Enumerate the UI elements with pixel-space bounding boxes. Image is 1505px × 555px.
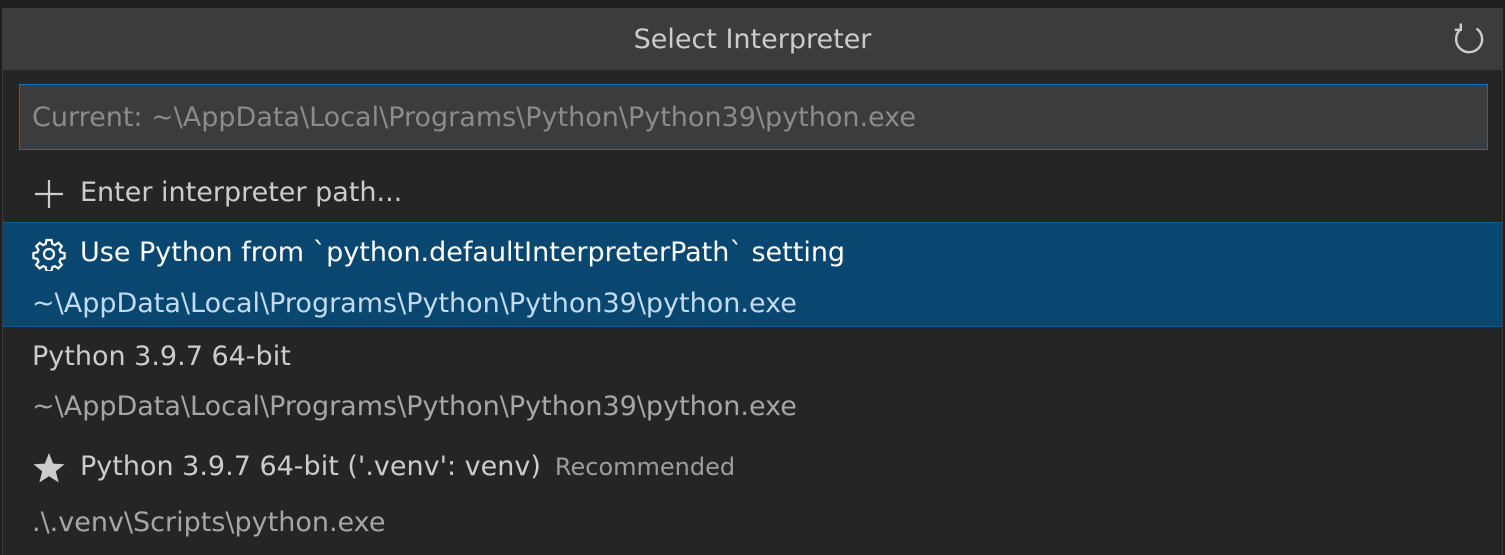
star-icon	[32, 451, 66, 485]
list-item-detail: .\.venv\Scripts\python.exe	[32, 507, 386, 538]
quick-pick-title: Select Interpreter	[633, 24, 872, 55]
refresh-button[interactable]	[1450, 20, 1488, 58]
list-item-label: Use Python from `python.defaultInterpret…	[80, 237, 846, 268]
list-item-label: Enter interpreter path...	[80, 177, 403, 208]
refresh-icon	[1454, 23, 1484, 54]
list-item-label: Python 3.9.7 64-bit	[32, 341, 291, 372]
gear-icon	[32, 237, 66, 271]
recommended-badge: Recommended	[554, 453, 736, 481]
list-item-python-397[interactable]: Python 3.9.7 64-bit ~\AppData\Local\Prog…	[3, 330, 1502, 438]
interpreter-search-input[interactable]	[20, 85, 1487, 149]
interpreter-search-box	[19, 84, 1488, 150]
list-item-label: Python 3.9.7 64-bit ('.venv': venv)	[80, 451, 541, 482]
list-item-detail: ~\AppData\Local\Programs\Python\Python39…	[32, 391, 797, 422]
list-item-python-397-venv[interactable]: Python 3.9.7 64-bit ('.venv': venv) Recom…	[3, 440, 1502, 555]
list-item-detail: ~\AppData\Local\Programs\Python\Python39…	[32, 288, 797, 319]
plus-icon	[32, 177, 66, 211]
list-item-default-interpreter-setting[interactable]: Use Python from `python.defaultInterpret…	[3, 222, 1502, 327]
title-bar: Select Interpreter	[3, 8, 1502, 70]
list-item-enter-interpreter-path[interactable]: Enter interpreter path...	[3, 168, 1502, 222]
select-interpreter-quick-pick: Select Interpreter Enter interpreter pat…	[2, 8, 1503, 555]
